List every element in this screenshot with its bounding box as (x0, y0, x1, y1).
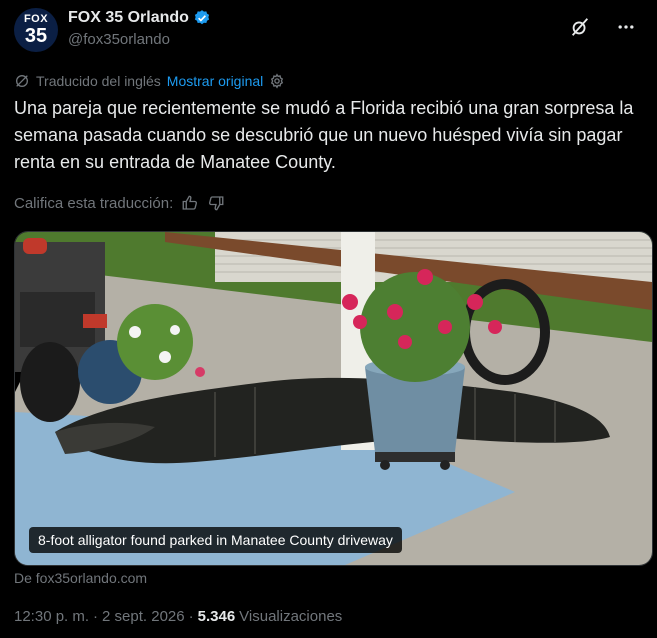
thumbs-up-icon[interactable] (181, 194, 199, 212)
alligator-photo (15, 232, 652, 565)
photo-caption: 8-foot alligator found parked in Manatee… (29, 527, 402, 553)
verified-badge-icon (194, 10, 210, 25)
settings-gear-icon[interactable] (269, 73, 285, 89)
translate-icon (16, 75, 28, 87)
avatar[interactable]: FOX 35 (14, 8, 58, 52)
display-name[interactable]: FOX 35 Orlando (68, 9, 189, 27)
tweet-text: Una pareja que recientemente se mudó a F… (14, 98, 634, 172)
handle[interactable]: @fox35orlando (68, 31, 211, 48)
more-options-button[interactable] (609, 10, 643, 44)
link-source[interactable]: De fox35orlando.com (14, 570, 147, 586)
show-original-link[interactable]: Mostrar original (167, 73, 263, 89)
tweet-header: FOX 35 FOX 35 Orlando @fox35orlando (14, 8, 643, 56)
thumbs-down-icon[interactable] (207, 194, 225, 212)
meta-separator-2: · (188, 608, 194, 625)
translation-notice: Traducido del inglés Mostrar original (14, 73, 285, 89)
rate-translation: Califica esta traducción: (14, 194, 225, 212)
meta-separator: · (93, 608, 99, 625)
grok-icon (571, 18, 589, 36)
author-info: FOX 35 Orlando @fox35orlando (68, 9, 211, 48)
rate-translation-label: Califica esta traducción: (14, 194, 174, 212)
post-time[interactable]: 12:30 p. m. (14, 608, 89, 625)
more-dots-icon (618, 25, 634, 29)
post-date[interactable]: 2 sept. 2026 (102, 608, 185, 625)
tweet-metadata: 12:30 p. m. · 2 sept. 2026 · 5.346 Visua… (14, 608, 342, 625)
grok-button[interactable] (563, 10, 597, 44)
display-name-row[interactable]: FOX 35 Orlando (68, 9, 211, 27)
top-actions (563, 10, 643, 44)
avatar-text-top: FOX (23, 13, 49, 25)
views-label: Visualizaciones (239, 608, 343, 625)
views-count: 5.346 (197, 608, 236, 625)
news-photo[interactable]: 8-foot alligator found parked in Manatee… (14, 231, 653, 566)
avatar-text-bottom: 35 (24, 25, 48, 47)
translation-label: Traducido del inglés (36, 73, 161, 89)
